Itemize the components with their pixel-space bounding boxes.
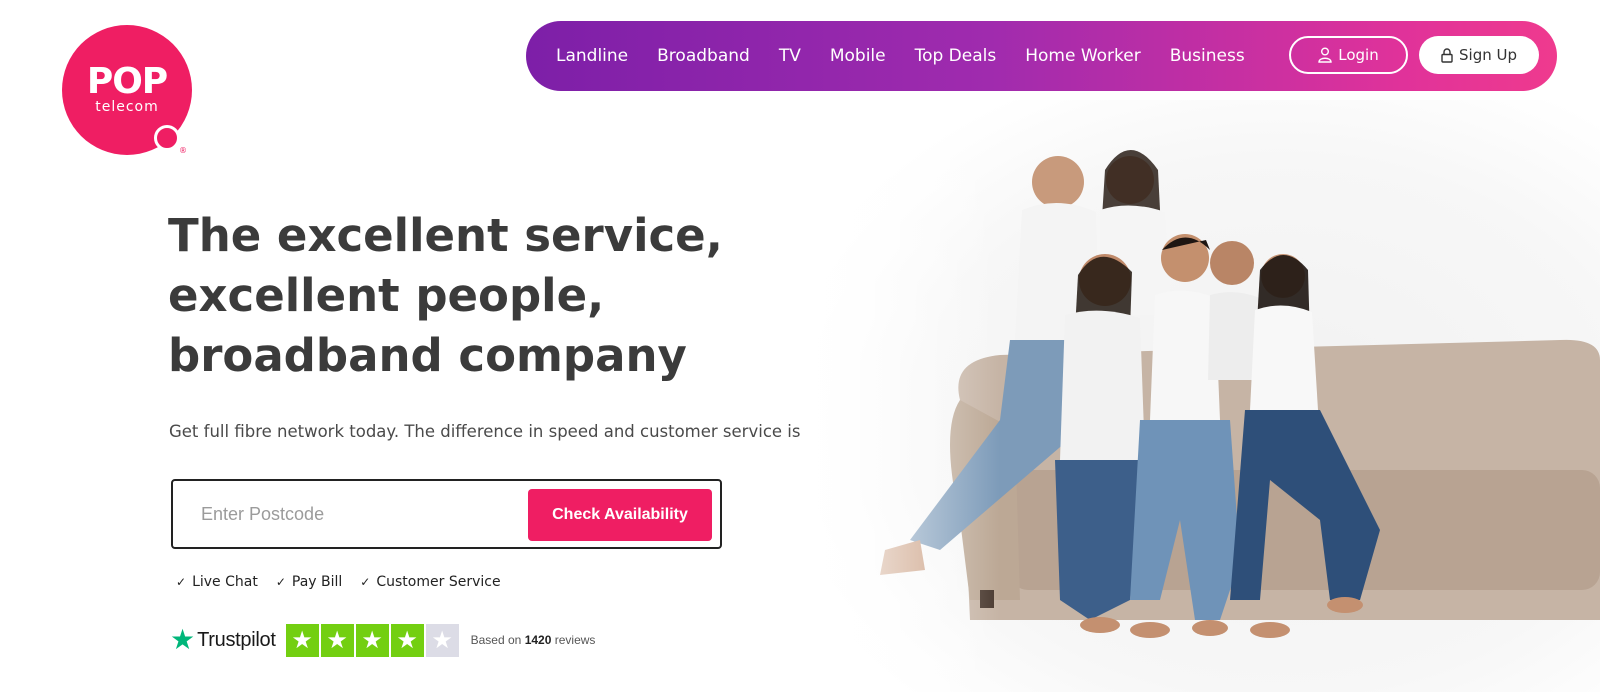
postcode-input[interactable] bbox=[201, 495, 511, 533]
login-label: Login bbox=[1338, 46, 1379, 64]
trustpilot-star-icon: ★ bbox=[170, 623, 196, 656]
trustpilot-review-summary: Based on 1420 reviews bbox=[471, 633, 596, 647]
feature-customer-service[interactable]: ✓ Customer Service bbox=[360, 574, 500, 590]
headline-line-2: excellent people, bbox=[168, 269, 605, 322]
nav-item-tv[interactable]: TV bbox=[779, 46, 801, 66]
check-availability-button[interactable]: Check Availability bbox=[528, 489, 712, 541]
headline-line-3: broadband company bbox=[168, 329, 687, 382]
user-icon bbox=[1318, 47, 1332, 63]
feature-list: ✓ Live Chat ✓ Pay Bill ✓ Customer Servic… bbox=[176, 574, 519, 590]
family-on-sofa-photo bbox=[800, 100, 1600, 692]
check-icon: ✓ bbox=[176, 575, 187, 589]
feature-live-chat[interactable]: ✓ Live Chat bbox=[176, 574, 258, 590]
logo-registered-mark: ® bbox=[179, 146, 187, 155]
feature-label: Live Chat bbox=[192, 574, 258, 590]
family-photo-illustration bbox=[800, 100, 1600, 692]
logo-subtitle: telecom bbox=[95, 99, 159, 115]
hero-subtext: Get full fibre network today. The differ… bbox=[169, 422, 870, 441]
feature-pay-bill[interactable]: ✓ Pay Bill bbox=[276, 574, 342, 590]
logo-wordmark: POP bbox=[86, 61, 168, 102]
logo-dot bbox=[154, 125, 180, 151]
star-empty-icon: ★ bbox=[425, 623, 459, 657]
nav-item-landline[interactable]: Landline bbox=[556, 46, 628, 66]
login-button[interactable]: Login bbox=[1289, 36, 1408, 74]
check-icon: ✓ bbox=[360, 575, 371, 589]
nav-item-mobile[interactable]: Mobile bbox=[830, 46, 886, 66]
feature-label: Customer Service bbox=[376, 574, 501, 590]
star-filled-icon: ★ bbox=[390, 623, 424, 657]
trustpilot-rating-stars: ★ ★ ★ ★ ★ bbox=[285, 623, 461, 657]
postcode-form: Check Availability bbox=[171, 479, 722, 549]
review-count: 1420 bbox=[524, 633, 552, 647]
star-filled-icon: ★ bbox=[285, 623, 319, 657]
reviews-word: reviews bbox=[554, 633, 596, 647]
nav-item-top-deals[interactable]: Top Deals bbox=[915, 46, 997, 66]
star-filled-icon: ★ bbox=[320, 623, 354, 657]
sign-up-button[interactable]: Sign Up bbox=[1419, 36, 1539, 74]
nav-item-broadband[interactable]: Broadband bbox=[657, 46, 750, 66]
lock-icon bbox=[1441, 47, 1453, 63]
main-nav: Landline Broadband TV Mobile Top Deals H… bbox=[526, 21, 1557, 91]
pop-telecom-logo[interactable]: POP telecom ® bbox=[62, 25, 192, 155]
based-on-text: Based on bbox=[470, 633, 522, 647]
trustpilot-brand: Trustpilot bbox=[197, 628, 276, 651]
headline-line-1: The excellent service, bbox=[168, 209, 723, 262]
sign-up-label: Sign Up bbox=[1459, 46, 1517, 64]
nav-item-business[interactable]: Business bbox=[1170, 46, 1245, 66]
check-icon: ✓ bbox=[275, 575, 286, 589]
trustpilot-widget[interactable]: ★ Trustpilot ★ ★ ★ ★ ★ Based on 1420 reviews bbox=[170, 623, 595, 657]
nav-item-home-worker[interactable]: Home Worker bbox=[1025, 46, 1141, 66]
feature-label: Pay Bill bbox=[291, 574, 343, 590]
hero-headline: The excellent service, excellent people,… bbox=[168, 206, 728, 386]
star-filled-icon: ★ bbox=[355, 623, 389, 657]
